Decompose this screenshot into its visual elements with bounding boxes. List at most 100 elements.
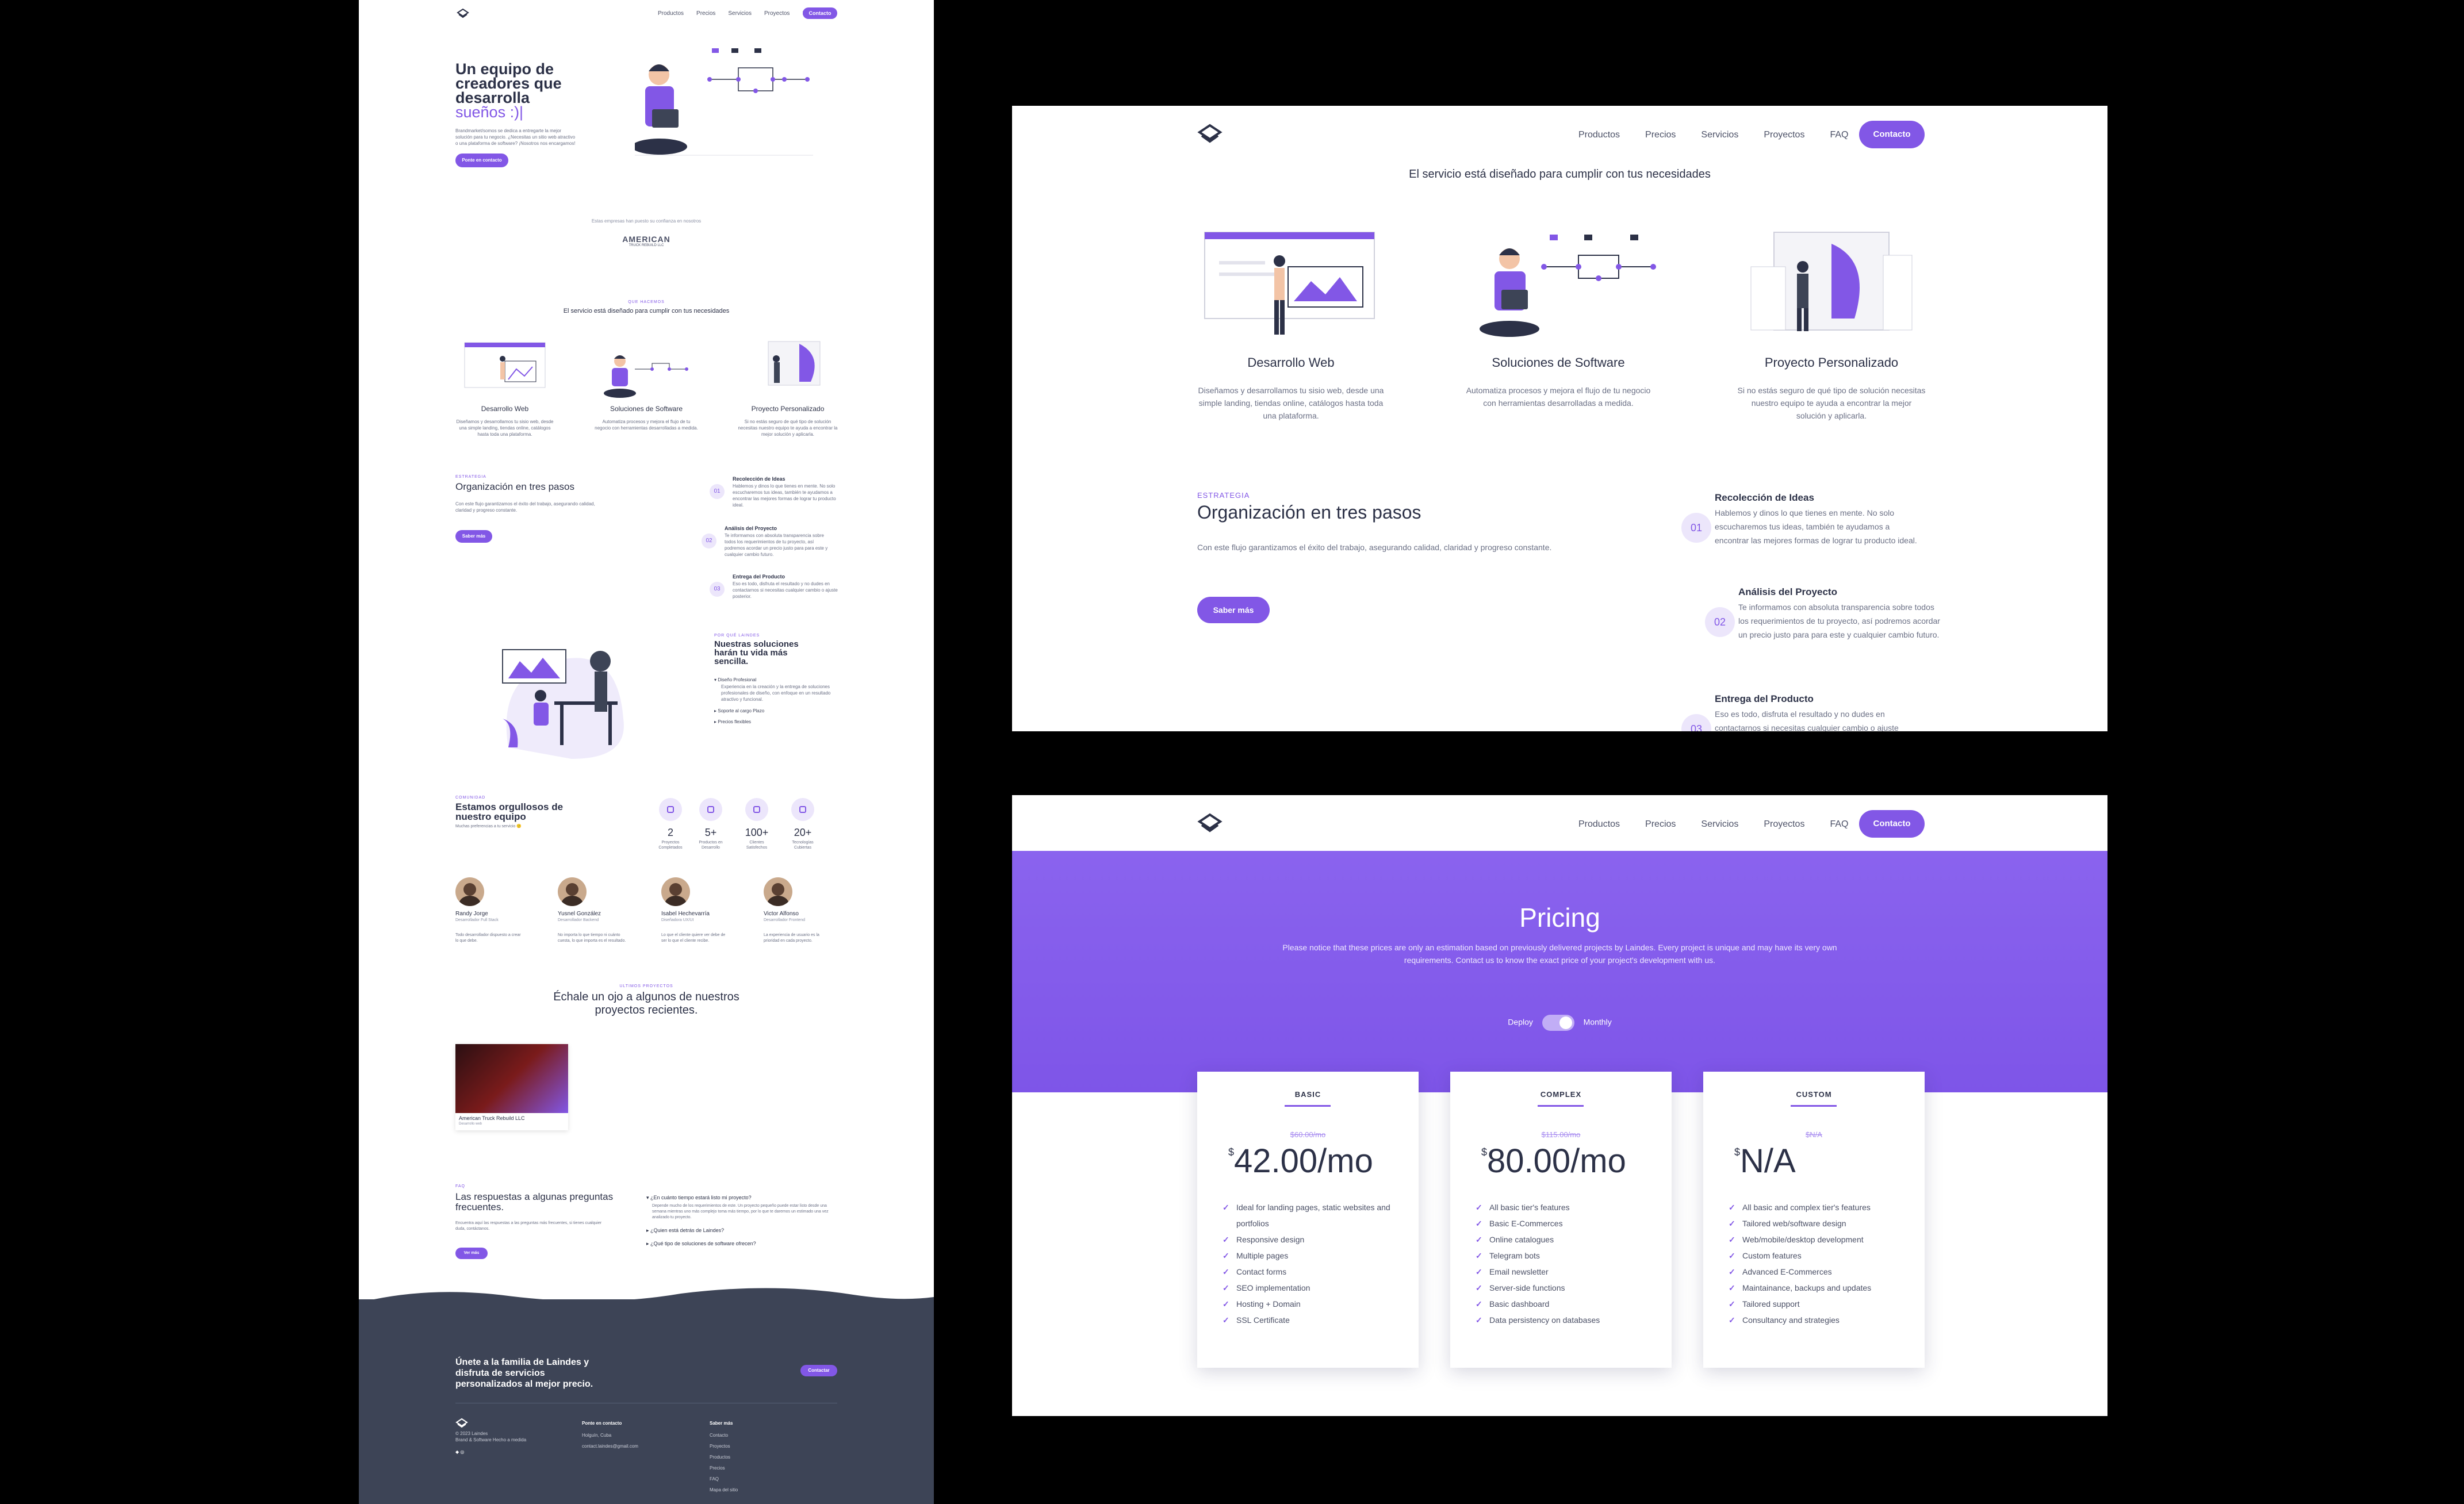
service-desc-software: Automatiza procesos y mejora el flujo de… xyxy=(595,419,698,431)
web-dev-illustration xyxy=(1204,232,1375,335)
toggle-deploy-label[interactable]: Deploy xyxy=(1508,1018,1533,1027)
strategy-more-button[interactable]: Saber más xyxy=(455,530,492,543)
laindes-logo-icon[interactable] xyxy=(1197,812,1223,833)
nav-proyectos[interactable]: Proyectos xyxy=(764,10,790,17)
strategy-more-button[interactable]: Saber más xyxy=(1197,597,1270,623)
footer-link-faq[interactable]: FAQ xyxy=(710,1474,738,1484)
service-desc-web: Diseñamos y desarrollamos tu sisio web, … xyxy=(456,419,554,437)
hero-contact-button[interactable]: Ponte en contacto xyxy=(455,154,508,167)
contact-button[interactable]: Contacto xyxy=(1859,810,1925,838)
step-3-desc: Eso es todo, disfruta el resultado y no … xyxy=(733,581,838,599)
member-2-role: Desarrollador Backend xyxy=(558,918,599,922)
twitter-icon[interactable]: ◆ xyxy=(455,1449,459,1455)
strategy-text: Con este flujo garantizamos el éxito del… xyxy=(455,501,595,513)
footer-links-title: Saber más xyxy=(710,1421,733,1426)
pricing-panel: Productos Precios Servicios Proyectos FA… xyxy=(1012,795,2107,1416)
nav-proyectos[interactable]: Proyectos xyxy=(1764,130,1804,140)
footer-link-precios[interactable]: Precios xyxy=(710,1463,738,1474)
member-3-name: Isabel Hechevarría xyxy=(661,911,710,917)
step-1-title: Recolección de Ideas xyxy=(1715,492,1814,503)
project-card[interactable]: American Truck Rebuild LLC Desarrollo we… xyxy=(455,1044,568,1130)
strategy-block: ESTRATEGIA Organización en tres pasos Co… xyxy=(455,475,628,513)
nav-servicios[interactable]: Servicios xyxy=(1701,130,1738,140)
client-logo-text: AMERICAN xyxy=(622,235,670,244)
plan-features: Ideal for landing pages, static websites… xyxy=(1223,1199,1401,1328)
feature-item: Ideal for landing pages, static websites… xyxy=(1223,1199,1401,1231)
benefit-1-desc: Experiencia en la creación y la entrega … xyxy=(721,684,831,702)
footer-link-contacto[interactable]: Contacto xyxy=(710,1430,738,1441)
services-zoom-panel: Productos Precios Servicios Proyectos FA… xyxy=(1012,106,2107,731)
footer-cta-line-3: personalizados al mejor precio. xyxy=(455,1379,593,1389)
step-3-number: 03 xyxy=(710,582,725,597)
nav-servicios[interactable]: Servicios xyxy=(1701,819,1738,830)
step-3: 03 Entrega del Producto Eso es todo, dis… xyxy=(710,574,848,614)
instagram-icon[interactable]: ◎ xyxy=(460,1449,464,1455)
step-2-desc: Te informamos con absoluta transparencia… xyxy=(725,533,828,557)
footer-link-sitemap[interactable]: Mapa del sitio xyxy=(710,1484,738,1495)
contact-button[interactable]: Contacto xyxy=(1859,121,1925,148)
footer-contact-email[interactable]: contact.laindes@gmail.com xyxy=(582,1441,638,1452)
nav-proyectos[interactable]: Proyectos xyxy=(1764,819,1804,830)
plan-underline xyxy=(1285,1105,1331,1107)
contact-button[interactable]: Contacto xyxy=(803,7,837,19)
laindes-logo-icon[interactable] xyxy=(457,8,469,18)
member-3-quote: Lo que el cliente quiere ver debe de ser… xyxy=(661,933,726,943)
benefits-eyebrow: POR QUÉ LAINDES xyxy=(714,634,760,638)
trust-text: Estas empresas han puesto su confianza e… xyxy=(591,218,702,224)
nav-productos[interactable]: Productos xyxy=(1578,130,1620,140)
feature-item: Email newsletter xyxy=(1476,1264,1654,1280)
footer-links-col: Saber más Contacto Proyectos Productos P… xyxy=(710,1418,738,1495)
step-3-title: Entrega del Producto xyxy=(1715,693,1814,704)
benefit-item-2: ▸ Soporte al cargo Plazo xyxy=(714,708,765,713)
nav-precios[interactable]: Precios xyxy=(1645,819,1676,830)
faq-more-button[interactable]: Ver más xyxy=(455,1248,488,1259)
faq-item-1[interactable]: ▾ ¿En cuánto tiempo estará listo mi proy… xyxy=(646,1195,842,1221)
nav-productos[interactable]: Productos xyxy=(658,10,684,17)
service-desc-custom: Si no estás seguro de qué tipo de soluci… xyxy=(1737,386,1926,420)
avatar xyxy=(764,877,792,906)
stat-clients: 100+ Clientes Satisfechos xyxy=(739,798,774,850)
plan-price-value: 42.00/mo xyxy=(1234,1142,1373,1180)
nav-precios[interactable]: Precios xyxy=(696,10,715,17)
toggle-monthly-label[interactable]: Monthly xyxy=(1584,1018,1612,1027)
stat-clients-value: 100+ xyxy=(745,827,769,838)
plan-card-custom: CUSTOM $N/A $N/A All basic and complex t… xyxy=(1703,1072,1925,1368)
avatar xyxy=(455,877,484,906)
service-title-software: Soluciones de Software xyxy=(1492,355,1625,370)
nav-faq[interactable]: FAQ xyxy=(1830,130,1848,140)
service-title-web: Desarrollo Web xyxy=(481,405,529,413)
team-header: COMUNIDAD Estamos orgullosos de nuestro … xyxy=(455,796,605,828)
footer-link-proyectos[interactable]: Proyectos xyxy=(710,1441,738,1452)
laindes-logo-icon[interactable] xyxy=(1197,123,1223,144)
laindes-logo-icon[interactable] xyxy=(455,1418,468,1428)
nav-productos[interactable]: Productos xyxy=(1578,819,1620,830)
billing-toggle[interactable] xyxy=(1542,1015,1574,1031)
feature-item: Server-side functions xyxy=(1476,1280,1654,1296)
nav-precios[interactable]: Precios xyxy=(1645,130,1676,140)
faq-item-2[interactable]: ▸ ¿Quien está detrás de Laindes? xyxy=(646,1227,842,1234)
top-nav: Productos Precios Servicios Proyectos FA… xyxy=(1012,795,2107,853)
member-4-quote: La experiencia de usuario es la priorida… xyxy=(764,933,819,943)
faq-item-3[interactable]: ▸ ¿Qué tipo de soluciones de software of… xyxy=(646,1241,842,1247)
step-3: 03 Entrega del Producto Eso es todo, dis… xyxy=(1681,693,1934,731)
plan-old-price: $60.00/mo xyxy=(1290,1130,1326,1139)
feature-item: SEO implementation xyxy=(1223,1280,1401,1296)
pricing-title: Pricing xyxy=(1519,903,1600,933)
feature-item: Web/mobile/desktop development xyxy=(1729,1231,1907,1248)
service-desc-web: Diseñamos y desarrollamos tu sisio web, … xyxy=(1198,386,1384,420)
footer-tagline: Brand & Software Hecho a medida xyxy=(455,1437,527,1442)
plan-underline xyxy=(1791,1105,1837,1107)
plan-old-price: $N/A xyxy=(1806,1130,1822,1139)
member-3-role: Diseñadora UX/UI xyxy=(661,918,694,922)
benefit-item-3: ▸ Precios flexibles xyxy=(714,719,752,724)
step-3-title: Entrega del Producto xyxy=(733,574,785,580)
plan-card-complex: COMPLEX $115.00/mo $80.00/mo All basic t… xyxy=(1450,1072,1672,1368)
step-3-desc: Eso es todo, disfruta el resultado y no … xyxy=(1715,709,1899,731)
landing-page-full: Productos Precios Servicios Proyectos FA… xyxy=(359,0,934,1504)
nav-faq[interactable]: FAQ xyxy=(1830,819,1848,830)
nav-servicios[interactable]: Servicios xyxy=(728,10,752,17)
faq-eyebrow: FAQ xyxy=(455,1184,466,1188)
footer-link-productos[interactable]: Productos xyxy=(710,1452,738,1463)
footer-contact-button[interactable]: Contactar xyxy=(800,1365,837,1376)
faq-header: FAQ Las respuestas a algunas preguntas f… xyxy=(455,1184,634,1232)
